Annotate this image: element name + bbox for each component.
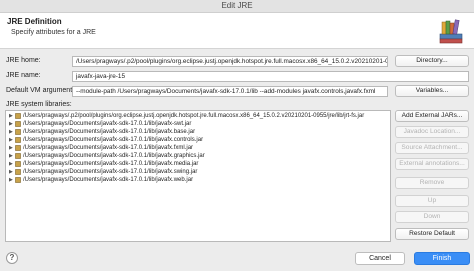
- up-button[interactable]: Up: [395, 195, 469, 207]
- list-item[interactable]: ▶ /Users/pragways/Documents/javafx-sdk-1…: [6, 144, 390, 152]
- books-icon: [439, 19, 463, 44]
- javadoc-location-button[interactable]: Javadoc Location...: [395, 126, 469, 138]
- jar-icon: [15, 153, 21, 159]
- help-button[interactable]: ?: [6, 252, 18, 264]
- jar-icon: [15, 169, 21, 175]
- system-libraries-label: JRE system libraries:: [6, 101, 72, 108]
- jar-icon: [15, 137, 21, 143]
- finish-button[interactable]: Finish: [414, 252, 470, 265]
- jar-icon: [15, 161, 21, 167]
- jar-icon: [15, 129, 21, 135]
- restore-default-button[interactable]: Restore Default: [395, 228, 469, 240]
- expand-icon[interactable]: ▶: [9, 152, 14, 160]
- expand-icon[interactable]: ▶: [9, 168, 14, 176]
- list-item[interactable]: ▶ /Users/pragways/Documents/javafx-sdk-1…: [6, 136, 390, 144]
- page-subtitle: Specify attributes for a JRE: [11, 29, 96, 36]
- list-item[interactable]: ▶ /Users/pragways/Documents/javafx-sdk-1…: [6, 120, 390, 128]
- library-path: /Users/pragways/Documents/javafx-sdk-17.…: [23, 145, 194, 151]
- system-libraries-list[interactable]: ▶ /Users/pragways/.p2/pool/plugins/org.e…: [5, 110, 391, 242]
- external-annotations-button[interactable]: External annotations...: [395, 158, 469, 170]
- expand-icon[interactable]: ▶: [9, 112, 14, 120]
- dialog-header: JRE Definition Specify attributes for a …: [0, 13, 474, 49]
- list-item[interactable]: ▶ /Users/pragways/Documents/javafx-sdk-1…: [6, 160, 390, 168]
- library-path: /Users/pragways/Documents/javafx-sdk-17.…: [23, 153, 205, 159]
- jar-icon: [15, 113, 21, 119]
- vm-arguments-field[interactable]: --module-path /Users/pragways/Documents/…: [72, 86, 388, 97]
- expand-icon[interactable]: ▶: [9, 160, 14, 168]
- expand-icon[interactable]: ▶: [9, 120, 14, 128]
- jar-icon: [15, 177, 21, 183]
- expand-icon[interactable]: ▶: [9, 144, 14, 152]
- jar-icon: [15, 121, 21, 127]
- remove-button[interactable]: Remove: [395, 177, 469, 189]
- expand-icon[interactable]: ▶: [9, 136, 14, 144]
- list-item[interactable]: ▶ /Users/pragways/Documents/javafx-sdk-1…: [6, 176, 390, 184]
- library-path: /Users/pragways/Documents/javafx-sdk-17.…: [23, 129, 196, 135]
- jre-name-label: JRE name:: [6, 72, 41, 79]
- library-path: /Users/pragways/Documents/javafx-sdk-17.…: [23, 121, 192, 127]
- jre-home-field[interactable]: /Users/pragways/.p2/pool/plugins/org.ecl…: [72, 56, 388, 67]
- jre-name-field[interactable]: javafx-java-jre-15: [72, 71, 469, 82]
- add-external-jars-button[interactable]: Add External JARs...: [395, 110, 469, 122]
- source-attachment-button[interactable]: Source Attachment...: [395, 142, 469, 154]
- library-path: /Users/pragways/Documents/javafx-sdk-17.…: [23, 169, 198, 175]
- library-path: /Users/pragways/Documents/javafx-sdk-17.…: [23, 177, 194, 183]
- list-item[interactable]: ▶ /Users/pragways/.p2/pool/plugins/org.e…: [6, 112, 390, 120]
- jar-icon: [15, 145, 21, 151]
- down-button[interactable]: Down: [395, 211, 469, 223]
- cancel-button[interactable]: Cancel: [355, 252, 405, 265]
- expand-icon[interactable]: ▶: [9, 128, 14, 136]
- variables-button[interactable]: Variables...: [395, 85, 469, 97]
- library-path: /Users/pragways/.p2/pool/plugins/org.ecl…: [23, 113, 365, 119]
- expand-icon[interactable]: ▶: [9, 176, 14, 184]
- page-title: JRE Definition: [7, 17, 62, 26]
- list-item[interactable]: ▶ /Users/pragways/Documents/javafx-sdk-1…: [6, 128, 390, 136]
- list-item[interactable]: ▶ /Users/pragways/Documents/javafx-sdk-1…: [6, 168, 390, 176]
- list-item[interactable]: ▶ /Users/pragways/Documents/javafx-sdk-1…: [6, 152, 390, 160]
- directory-button[interactable]: Directory...: [395, 55, 469, 67]
- window-title: Edit JRE: [221, 1, 253, 10]
- library-path: /Users/pragways/Documents/javafx-sdk-17.…: [23, 161, 199, 167]
- window-titlebar: Edit JRE: [0, 0, 474, 13]
- jre-home-label: JRE home:: [6, 57, 41, 64]
- library-path: /Users/pragways/Documents/javafx-sdk-17.…: [23, 137, 204, 143]
- vm-arguments-label: Default VM arguments:: [6, 87, 78, 94]
